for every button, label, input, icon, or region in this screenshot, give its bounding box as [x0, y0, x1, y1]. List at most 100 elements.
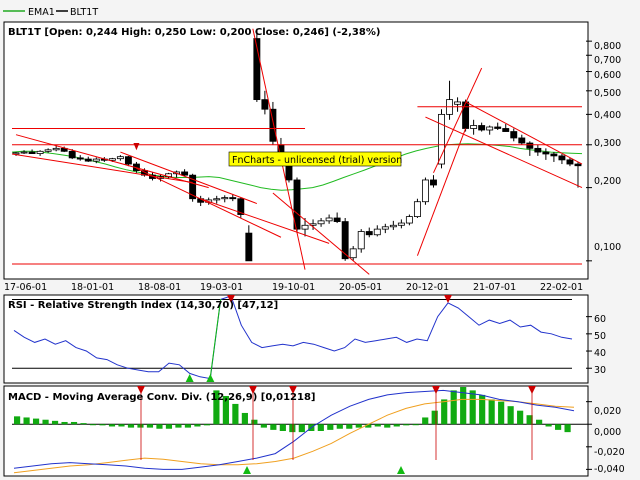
macd-y-axis: 0,020 0,000 -0,020 -0,040 — [594, 406, 625, 475]
candle-body — [373, 228, 381, 236]
candle-body — [413, 201, 421, 217]
macd-histogram-bar — [412, 424, 419, 426]
macd-histogram-bar — [156, 424, 163, 429]
candle-body — [494, 126, 502, 129]
x-tick-label: 19-10-01 — [272, 282, 315, 293]
candle-body — [365, 231, 373, 236]
macd-tick-label: 0,000 — [594, 427, 621, 438]
candle-body — [333, 217, 341, 222]
candle-body — [181, 171, 189, 176]
candle-body — [325, 217, 333, 222]
x-tick-label: 17-06-01 — [4, 282, 47, 293]
macd-histogram-bar — [469, 390, 476, 425]
x-tick-label: 22-02-01 — [540, 282, 583, 293]
macd-histogram-bar — [89, 424, 97, 426]
candle-body — [269, 108, 277, 142]
candle-body — [124, 156, 132, 165]
macd-histogram-bar — [279, 424, 286, 431]
macd-histogram-bar — [146, 424, 154, 428]
x-tick-label: 19-03-01 — [200, 282, 243, 293]
rsi-tick-label: 60 — [594, 314, 606, 325]
rsi-y-axis: 60 50 40 30 — [594, 314, 606, 376]
macd-histogram-bar — [374, 424, 381, 427]
candle-body — [542, 151, 550, 155]
macd-histogram-bar — [260, 424, 267, 428]
macd-histogram-bar — [355, 424, 362, 428]
candle-body — [301, 224, 309, 230]
rsi-panel-title: RSI - Relative Strength Index (14,30,70)… — [8, 300, 278, 311]
candle-body — [526, 142, 534, 149]
candle-body — [92, 158, 100, 162]
macd-histogram-bar — [384, 424, 391, 428]
rsi-tick-label: 30 — [594, 365, 606, 376]
macd-histogram-bar — [403, 424, 410, 426]
chart-window: EMA1 BLT1T BLT1T [Open: 0,244 High: 0,25… — [0, 0, 640, 480]
macd-histogram-bar — [32, 418, 40, 425]
candle-body — [349, 248, 357, 259]
x-tick-label: 20-05-01 — [339, 282, 382, 293]
candle-body — [116, 156, 124, 160]
macd-histogram-bar — [241, 412, 248, 425]
stock-chart: EMA1 BLT1T BLT1T [Open: 0,244 High: 0,25… — [0, 0, 640, 477]
candle-body — [405, 216, 413, 224]
macd-histogram-bar — [108, 424, 116, 427]
macd-histogram-bar — [507, 406, 514, 425]
macd-histogram-bar — [545, 424, 552, 427]
candle-body — [68, 150, 76, 159]
rsi-tick-label: 50 — [594, 331, 606, 342]
macd-histogram-bar — [327, 424, 334, 430]
candle-body — [245, 232, 253, 262]
candle-body — [221, 197, 229, 200]
candle-body — [397, 222, 405, 226]
x-tick-label: 20-12-01 — [406, 282, 449, 293]
candle-body — [574, 163, 582, 167]
macd-histogram-bar — [441, 399, 448, 425]
macd-histogram-bar — [450, 390, 457, 425]
price-tick-label: 0,700 — [594, 55, 621, 66]
series-legend-label: BLT1T — [70, 7, 98, 18]
macd-tick-label: -0,020 — [594, 447, 625, 458]
macd-histogram-bar — [23, 417, 30, 425]
candle-body — [518, 137, 526, 144]
macd-tick-label: -0,040 — [594, 464, 625, 475]
candle-body — [550, 153, 558, 157]
candle-body — [430, 179, 437, 186]
macd-histogram-bar — [536, 419, 543, 425]
x-tick-label: 18-01-01 — [71, 282, 114, 293]
candle-body — [20, 151, 28, 154]
price-y-axis: 0,800 0,700 0,600 0,500 0,400 0,300 0,20… — [594, 41, 621, 253]
macd-histogram-bar — [165, 424, 173, 429]
macd-histogram-bar — [61, 421, 68, 425]
candle-body — [213, 198, 221, 201]
x-axis: 17-06-01 18-01-01 18-08-01 19-03-01 19-1… — [4, 282, 583, 293]
macd-histogram-bar — [99, 424, 106, 426]
candle-body — [566, 159, 574, 165]
candle-body — [454, 101, 462, 105]
macd-histogram-bar — [137, 424, 144, 428]
candle-body — [421, 179, 429, 203]
macd-histogram-bar — [118, 424, 125, 427]
macd-panel-title: MACD - Moving Average Conv. Div. (12,26,… — [8, 392, 315, 403]
macd-histogram-bar — [184, 424, 192, 428]
price-tick-label: 0,600 — [594, 70, 621, 81]
macd-histogram-bar — [336, 424, 343, 429]
candle-body — [478, 125, 486, 131]
macd-histogram-bar — [70, 421, 78, 425]
macd-histogram-bar — [251, 419, 258, 425]
macd-histogram-bar — [80, 423, 87, 425]
candle-body — [534, 147, 542, 153]
candle-body — [558, 155, 566, 161]
candle-body — [462, 101, 470, 129]
macd-histogram-bar — [270, 424, 277, 430]
candle-body — [357, 231, 365, 250]
macd-histogram-bar — [194, 424, 201, 427]
candle-body — [502, 128, 510, 132]
candle-body — [486, 126, 494, 131]
candle-body — [229, 197, 237, 200]
legend: EMA1 BLT1T — [0, 0, 640, 20]
candle-body — [76, 157, 84, 160]
candle-body — [470, 125, 478, 129]
macd-histogram-bar — [422, 417, 429, 425]
macd-histogram-bar — [175, 424, 182, 428]
price-tick-label: 0,100 — [594, 242, 621, 253]
